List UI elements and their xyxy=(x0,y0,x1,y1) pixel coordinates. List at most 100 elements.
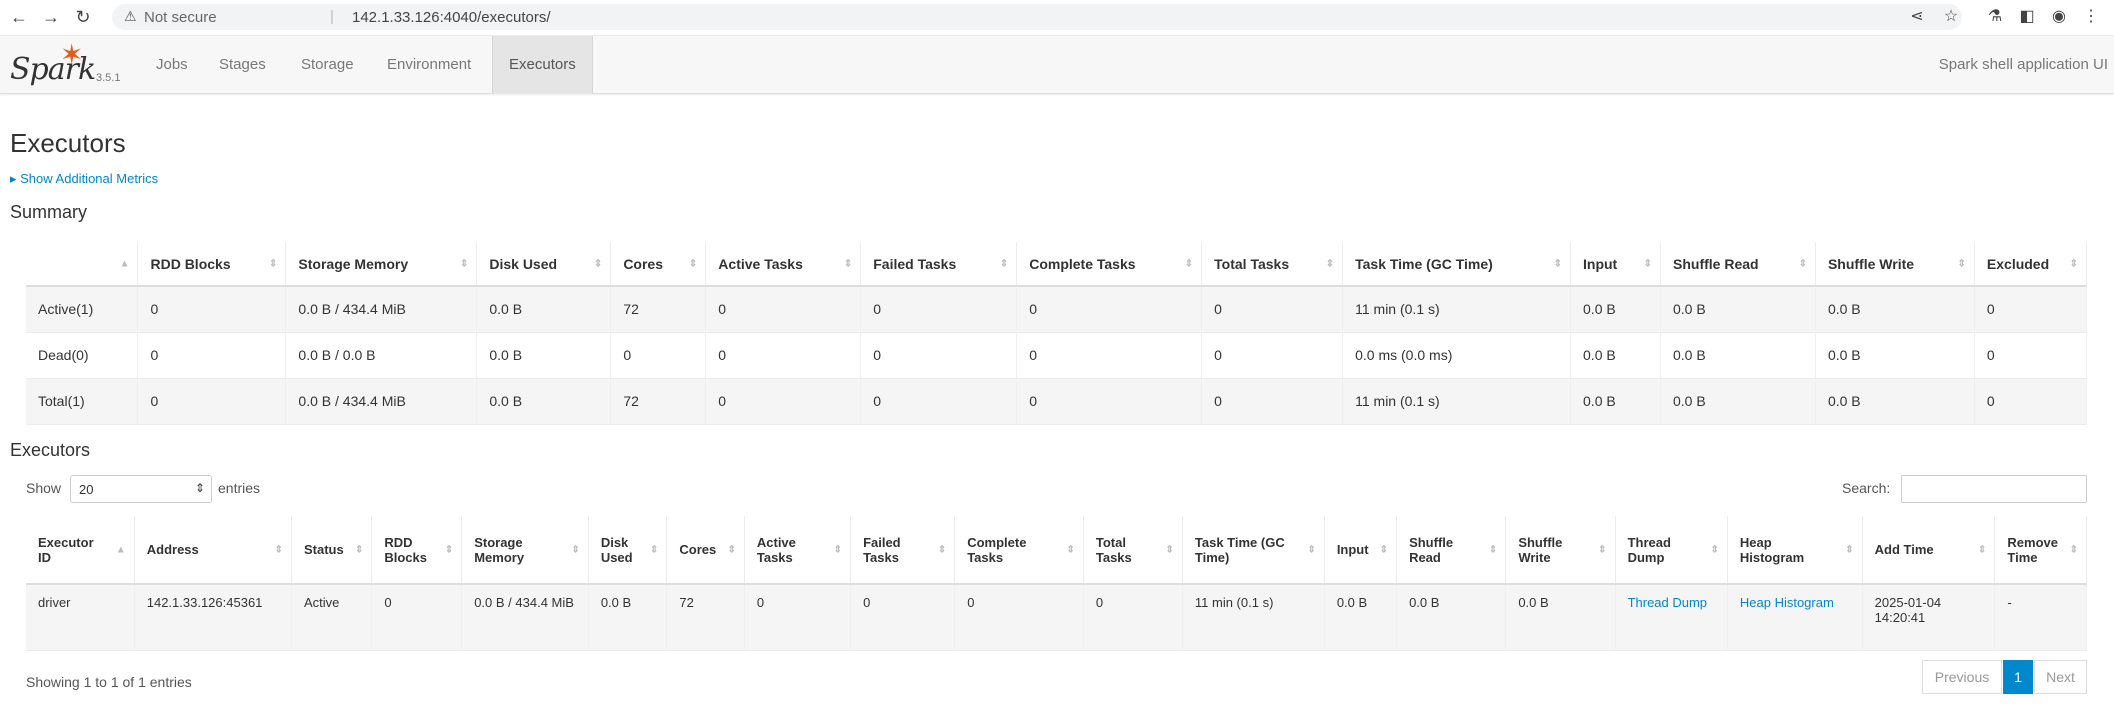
column-header-label: Status xyxy=(303,542,344,557)
column-header-label: Storage Memory xyxy=(298,255,409,272)
sort-icon: ⇕ xyxy=(2069,544,2078,555)
summary-col-total-tasks[interactable]: Total Tasks ⇕ xyxy=(1201,242,1344,287)
tab-environment[interactable]: Environment xyxy=(371,36,487,94)
executors-col-input[interactable]: Input ⇕ xyxy=(1324,516,1398,585)
cell-failed-tasks: 0 xyxy=(850,584,956,651)
spark-navbar: Spark ✶ 3.5.1 Jobs Stages Storage Enviro… xyxy=(0,36,2114,94)
executors-col-total-tasks[interactable]: Total Tasks ⇕ xyxy=(1083,516,1183,585)
summary-col-shuffle-write[interactable]: Shuffle Write ⇕ xyxy=(1815,242,1975,287)
warning-icon[interactable]: ⚠ xyxy=(124,8,140,24)
reload-icon[interactable]: ↻ xyxy=(72,6,94,28)
summary-col-failed-tasks[interactable]: Failed Tasks ⇕ xyxy=(860,242,1018,287)
executors-col-address[interactable]: Address ⇕ xyxy=(134,516,292,585)
tab-stages[interactable]: Stages xyxy=(203,36,282,94)
column-header-label: Input xyxy=(1583,255,1618,272)
show-additional-metrics-link[interactable]: ▸ Show Additional Metrics xyxy=(10,171,158,187)
summary-cell-total-tasks: 0 xyxy=(1201,378,1344,425)
back-icon[interactable]: ← xyxy=(8,6,30,28)
summary-col-disk-used[interactable]: Disk Used ⇕ xyxy=(476,242,612,287)
summary-cell-task-time-gc-time: 0.0 ms (0.0 ms) xyxy=(1342,332,1572,379)
column-header-label: Total Tasks xyxy=(1095,534,1132,565)
cell-storage-memory: 0.0 B / 434.4 MiB xyxy=(461,584,589,651)
summary-cell-storage-memory: 0.0 B / 434.4 MiB xyxy=(285,378,478,425)
executors-col-shuffle-write[interactable]: Shuffle Write ⇕ xyxy=(1505,516,1616,585)
sort-icon: ⇕ xyxy=(1307,544,1316,555)
executors-col-executor-id[interactable]: Executor ID ▲ xyxy=(26,516,135,585)
summary-col-excluded[interactable]: Excluded ⇕ xyxy=(1974,242,2088,287)
executors-col-cores[interactable]: Cores ⇕ xyxy=(666,516,745,585)
executors-col-remove-time[interactable]: Remove Time ⇕ xyxy=(1994,516,2087,585)
next-button[interactable]: Next xyxy=(2034,660,2087,694)
executors-col-disk-used[interactable]: Disk Used ⇕ xyxy=(588,516,668,585)
executors-col-heap-histogram[interactable]: Heap Histogram ⇕ xyxy=(1727,516,1863,585)
summary-cell-failed-tasks: 0 xyxy=(860,332,1018,379)
summary-col-task-time-gc-time[interactable]: Task Time (GC Time) ⇕ xyxy=(1342,242,1572,287)
executors-col-rdd-blocks[interactable]: RDD Blocks ⇕ xyxy=(371,516,463,585)
executors-col-active-tasks[interactable]: Active Tasks ⇕ xyxy=(744,516,852,585)
sort-icon: ⇕ xyxy=(1488,544,1498,555)
executors-col-failed-tasks[interactable]: Failed Tasks ⇕ xyxy=(850,516,956,585)
sort-icon: ⇕ xyxy=(274,544,283,555)
address-bar[interactable]: ⚠ Not secure | 142.1.33.126:4040/executo… xyxy=(112,4,1962,30)
summary-col-active-tasks[interactable]: Active Tasks ⇕ xyxy=(705,242,862,287)
sort-icon: ⇕ xyxy=(571,544,580,555)
menu-icon[interactable]: ⋮ xyxy=(2080,6,2102,28)
show-label: Show xyxy=(26,480,62,496)
profile-icon[interactable]: ◉ xyxy=(2048,6,2070,28)
search-input[interactable] xyxy=(1901,475,2087,503)
bookmark-star-icon[interactable]: ☆ xyxy=(1940,6,1962,28)
sort-icon: ⇕ xyxy=(459,258,469,269)
column-header-label: Task Time (GC Time) xyxy=(1194,534,1285,565)
column-header-label: Active Tasks xyxy=(756,534,796,565)
sort-icon: ⇕ xyxy=(833,544,843,555)
tab-storage[interactable]: Storage xyxy=(285,36,370,94)
summary-col-shuffle-read[interactable]: Shuffle Read ⇕ xyxy=(1660,242,1816,287)
summary-col-storage-memory[interactable]: Storage Memory ⇕ xyxy=(285,242,478,287)
page-size-value: 20 xyxy=(79,482,94,497)
executors-col-complete-tasks[interactable]: Complete Tasks ⇕ xyxy=(954,516,1084,585)
executors-col-task-time-gc-time[interactable]: Task Time (GC Time) ⇕ xyxy=(1182,516,1325,585)
heap-histogram-link[interactable]: Heap Histogram xyxy=(1727,584,1863,651)
executors-heading: Executors xyxy=(10,440,91,460)
summary-cell-active-tasks: 0 xyxy=(705,378,862,425)
summary-col-rdd-blocks[interactable]: RDD Blocks ⇕ xyxy=(137,242,287,287)
executors-col-thread-dump[interactable]: Thread Dump ⇕ xyxy=(1615,516,1728,585)
page-1-button[interactable]: 1 xyxy=(2003,660,2033,694)
search-label: Search: xyxy=(1842,480,1891,496)
tab-jobs[interactable]: Jobs xyxy=(140,36,204,94)
column-header-label: Cores xyxy=(679,542,717,557)
summary-cell-shuffle-read: 0.0 B xyxy=(1660,286,1816,333)
thread-dump-link[interactable]: Thread Dump xyxy=(1615,584,1728,651)
sort-icon: ⇕ xyxy=(843,258,853,269)
share-icon[interactable]: ⋖ xyxy=(1906,6,1928,28)
sort-icon: ⇕ xyxy=(444,544,454,555)
executors-col-add-time[interactable]: Add Time ⇕ xyxy=(1862,516,1996,585)
summary-col-cores[interactable]: Cores ⇕ xyxy=(610,242,707,287)
column-header-label: Total Tasks xyxy=(1214,255,1290,272)
page-title: Executors xyxy=(10,128,126,158)
summary-cell-row-header: Active(1) xyxy=(26,286,139,333)
sort-icon: ⇕ xyxy=(937,544,947,555)
side-panel-icon[interactable]: ◧ xyxy=(2016,6,2038,28)
page-size-select[interactable]: 20 ⇕ xyxy=(70,475,212,503)
cell-shuffle-read: 0.0 B xyxy=(1396,584,1507,651)
url-text[interactable]: 142.1.33.126:4040/executors/ xyxy=(352,9,551,26)
tab-executors[interactable]: Executors xyxy=(492,36,593,94)
sort-icon: ⇕ xyxy=(1845,544,1854,555)
executors-col-storage-memory[interactable]: Storage Memory ⇕ xyxy=(461,516,589,585)
sort-icon: ⇕ xyxy=(688,258,698,269)
summary-col-input[interactable]: Input ⇕ xyxy=(1570,242,1661,287)
executors-col-shuffle-read[interactable]: Shuffle Read ⇕ xyxy=(1396,516,1507,585)
summary-col-row-header[interactable]: ▲ xyxy=(26,242,139,287)
cell-remove-time: - xyxy=(1994,584,2087,651)
security-label: Not secure xyxy=(144,9,217,26)
extension-icon[interactable]: ⚗ xyxy=(1984,6,2006,28)
forward-icon[interactable]: → xyxy=(40,6,62,28)
summary-col-complete-tasks[interactable]: Complete Tasks ⇕ xyxy=(1016,242,1203,287)
spark-logo[interactable]: Spark ✶ 3.5.1 xyxy=(10,39,130,90)
summary-cell-excluded: 0 xyxy=(1974,378,2088,425)
summary-cell-total-tasks: 0 xyxy=(1201,332,1344,379)
previous-button[interactable]: Previous xyxy=(1922,660,2002,694)
executors-col-status[interactable]: Status ⇕ xyxy=(291,516,373,585)
summary-cell-input: 0.0 B xyxy=(1570,378,1661,425)
